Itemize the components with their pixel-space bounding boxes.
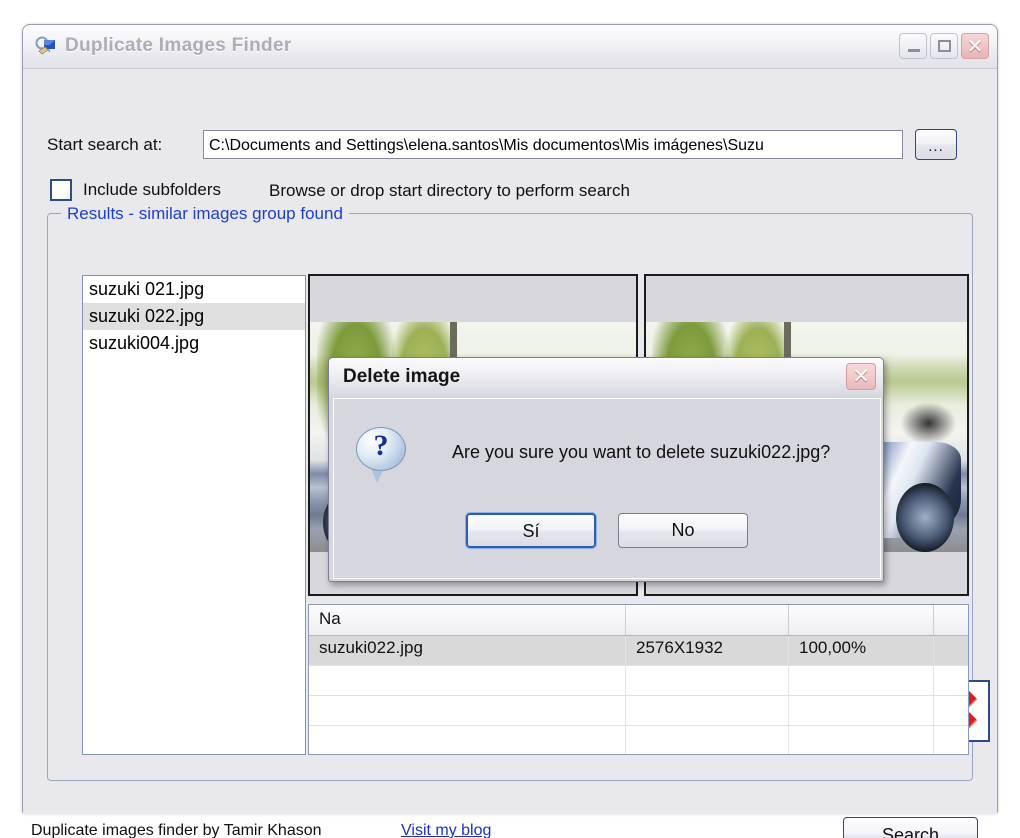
visit-blog-link[interactable]: Visit my blog [401,822,491,838]
cell-size: 2576X1932 [626,636,789,665]
delete-image-dialog: Delete image ✕ ? Are you sure you want t… [328,357,884,582]
screen: Duplicate Images Finder ✕ Start search a… [0,0,1020,838]
close-button[interactable]: ✕ [961,33,989,59]
include-subfolders-checkbox[interactable]: Include subfolders [50,179,221,201]
maximize-icon [938,40,951,52]
browse-hint-text: Browse or drop start directory to perfor… [269,181,630,200]
table-row-empty [309,726,968,754]
cell-empty [626,666,789,695]
results-file-listbox[interactable]: suzuki 021.jpg suzuki 022.jpg suzuki004.… [82,275,306,755]
grid-header-name[interactable]: Na [309,605,626,635]
window-titlebar: Duplicate Images Finder ✕ [23,25,997,69]
cell-name: suzuki022.jpg [309,636,626,665]
table-row[interactable]: suzuki022.jpg 2576X1932 100,00% [309,636,968,666]
grid-header-size[interactable] [626,605,789,635]
cell-empty [934,666,968,695]
cell-empty [626,726,789,754]
cell-empty [934,726,968,754]
list-item[interactable]: suzuki004.jpg [83,330,305,357]
start-search-label: Start search at: [47,135,163,154]
cell-empty [789,696,934,725]
cell-empty [934,696,968,725]
browse-button[interactable]: ... [915,129,957,160]
grid-header-match[interactable] [789,605,934,635]
confirm-yes-button[interactable]: Sí [465,512,597,549]
dialog-body: ? Are you sure you want to delete suzuki… [333,398,881,579]
minimize-icon [908,49,920,52]
maximize-button[interactable] [930,33,958,59]
close-icon: ✕ [966,34,984,58]
cell-empty [789,726,934,754]
list-item[interactable]: suzuki 021.jpg [83,276,305,303]
window-controls: ✕ [899,33,989,59]
close-icon: ✕ [852,364,870,388]
cell-empty [789,666,934,695]
cell-empty [309,696,626,725]
dialog-title: Delete image [343,366,461,387]
table-row-empty [309,666,968,696]
cell-match: 100,00% [789,636,934,665]
grid-header-extra[interactable] [934,605,968,635]
cell-empty [309,666,626,695]
question-mark-glyph: ? [373,429,389,462]
cell-empty [309,726,626,754]
question-icon: ? [356,427,408,483]
include-subfolders-label: Include subfolders [83,180,221,199]
dialog-close-button[interactable]: ✕ [846,363,876,390]
list-item[interactable]: suzuki 022.jpg [83,303,305,330]
dialog-button-bar: Sí No [334,512,880,549]
results-grid[interactable]: Na suzuki022.jpg 2576X1932 100,00% [308,604,969,755]
dialog-titlebar: Delete image ✕ [329,358,883,396]
checkbox-box-icon [50,179,72,201]
search-path-input[interactable]: C:\Documents and Settings\elena.santos\M… [203,130,903,159]
cell-empty [626,696,789,725]
cell-extra [934,636,968,665]
results-groupbox-title: Results - similar images group found [61,204,349,224]
minimize-button[interactable] [899,33,927,59]
table-row-empty [309,696,968,726]
cancel-no-button[interactable]: No [618,513,748,548]
duplicate-images-finder-icon [35,36,55,55]
footer-credit: Duplicate images finder by Tamir Khason [31,822,322,838]
dialog-message: Are you sure you want to delete suzuki02… [452,442,831,462]
search-button[interactable]: Search [843,817,978,838]
wheel-shape [896,483,955,552]
grid-header-row: Na [309,605,968,636]
window-title: Duplicate Images Finder [65,35,292,56]
